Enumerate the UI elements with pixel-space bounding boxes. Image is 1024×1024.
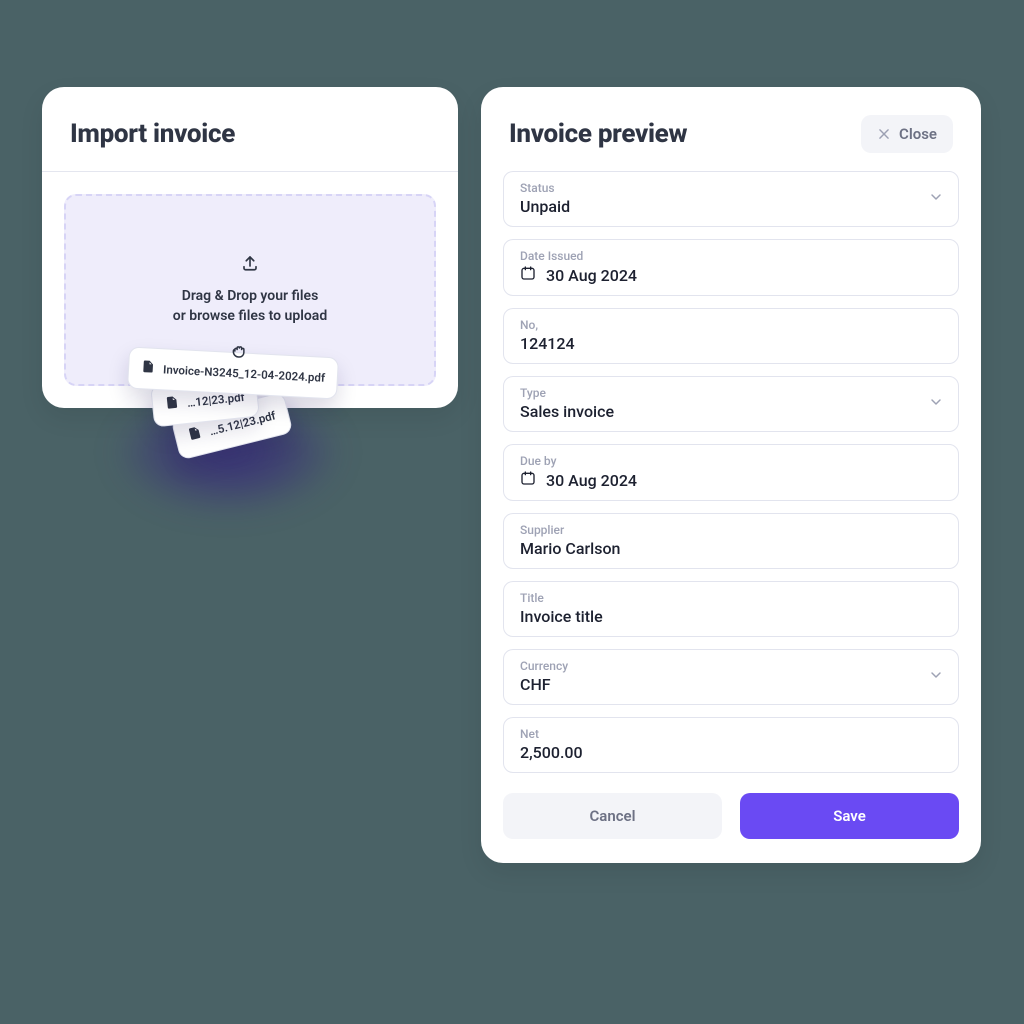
field-label: No, bbox=[520, 318, 942, 332]
field-value: Invoice title bbox=[520, 607, 942, 626]
close-button[interactable]: Close bbox=[861, 115, 953, 153]
field-value: 124124 bbox=[520, 334, 942, 353]
date-issued-field[interactable]: Date Issued 30 Aug 2024 bbox=[503, 239, 959, 296]
cancel-button[interactable]: Cancel bbox=[503, 793, 722, 839]
upload-icon bbox=[241, 254, 259, 276]
chevron-down-icon bbox=[928, 189, 944, 209]
field-value: Mario Carlson bbox=[520, 539, 942, 558]
net-field[interactable]: Net 2,500.00 bbox=[503, 717, 959, 773]
field-label: Supplier bbox=[520, 523, 942, 537]
field-label: Title bbox=[520, 591, 942, 605]
date-issued-value: 30 Aug 2024 bbox=[546, 266, 637, 285]
due-by-value: 30 Aug 2024 bbox=[546, 471, 637, 490]
invoice-no-field[interactable]: No, 124124 bbox=[503, 308, 959, 364]
field-value: 30 Aug 2024 bbox=[520, 265, 942, 285]
calendar-icon bbox=[520, 265, 536, 285]
chevron-down-icon bbox=[928, 667, 944, 687]
close-button-label: Close bbox=[899, 125, 937, 143]
due-by-field[interactable]: Due by 30 Aug 2024 bbox=[503, 444, 959, 501]
calendar-icon bbox=[520, 470, 536, 490]
preview-actions: Cancel Save bbox=[481, 773, 981, 839]
import-title: Import invoice bbox=[70, 119, 430, 149]
dropzone-text-line-1: Drag & Drop your files bbox=[182, 286, 319, 306]
invoice-preview-card: Invoice preview Close Status Unpaid Date… bbox=[481, 87, 981, 863]
preview-header: Invoice preview Close bbox=[481, 87, 981, 171]
field-label: Due by bbox=[520, 454, 942, 468]
field-label: Currency bbox=[520, 659, 942, 673]
field-label: Date Issued bbox=[520, 249, 942, 263]
file-stack-shadow bbox=[112, 400, 344, 515]
preview-title: Invoice preview bbox=[509, 119, 687, 149]
field-value: CHF bbox=[520, 675, 942, 694]
field-label: Net bbox=[520, 727, 942, 741]
field-value: 30 Aug 2024 bbox=[520, 470, 942, 490]
chevron-down-icon bbox=[928, 394, 944, 414]
field-value: Unpaid bbox=[520, 197, 942, 216]
file-icon bbox=[186, 424, 204, 447]
field-value: 2,500.00 bbox=[520, 743, 942, 762]
dropzone-text-line-2: or browse files to upload bbox=[173, 306, 327, 326]
import-body: Drag & Drop your files or browse files t… bbox=[42, 172, 458, 408]
import-header: Import invoice bbox=[42, 87, 458, 171]
type-select[interactable]: Type Sales invoice bbox=[503, 376, 959, 432]
file-name: …5.12|23.pdf bbox=[208, 408, 277, 438]
status-select[interactable]: Status Unpaid bbox=[503, 171, 959, 227]
field-label: Type bbox=[520, 386, 942, 400]
import-invoice-card: Import invoice Drag & Drop your files or… bbox=[42, 87, 458, 408]
currency-select[interactable]: Currency CHF bbox=[503, 649, 959, 705]
title-field[interactable]: Title Invoice title bbox=[503, 581, 959, 637]
supplier-field[interactable]: Supplier Mario Carlson bbox=[503, 513, 959, 569]
preview-fields: Status Unpaid Date Issued 30 Aug 2024 No… bbox=[481, 171, 981, 773]
field-label: Status bbox=[520, 181, 942, 195]
save-button[interactable]: Save bbox=[740, 793, 959, 839]
field-value: Sales invoice bbox=[520, 402, 942, 421]
file-dropzone[interactable]: Drag & Drop your files or browse files t… bbox=[64, 194, 436, 386]
